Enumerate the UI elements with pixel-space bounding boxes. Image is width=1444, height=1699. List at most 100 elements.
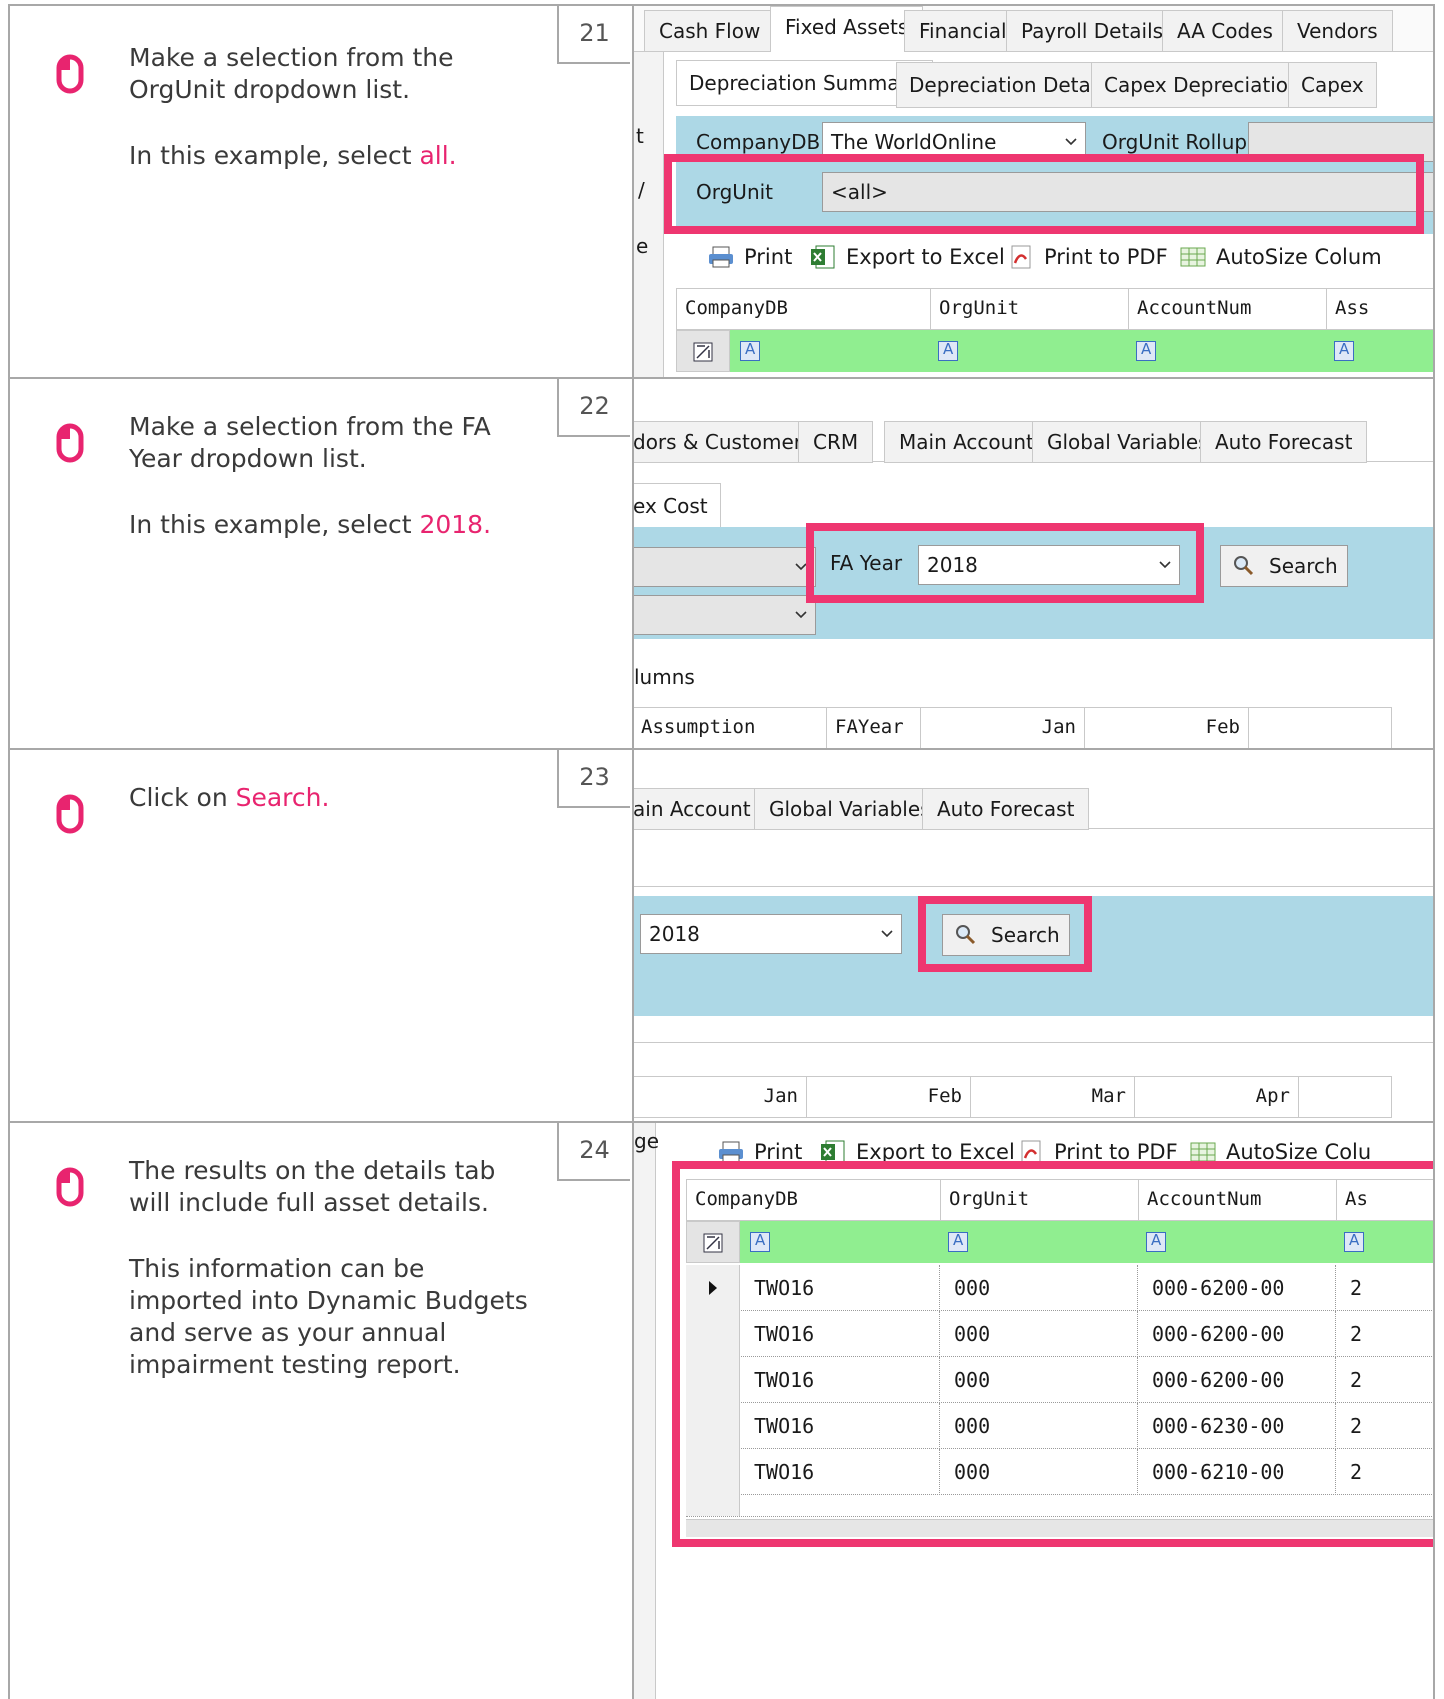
chevron-down-icon bbox=[1065, 138, 1077, 146]
filter-selector[interactable] bbox=[676, 330, 730, 372]
step-number: 21 bbox=[557, 6, 630, 64]
excel-icon bbox=[811, 245, 835, 269]
step-21: 21 Make a selection from the OrgUnit dro… bbox=[8, 4, 1435, 379]
column-header[interactable]: Jan bbox=[634, 1077, 807, 1117]
step-24-instructions: 24 The results on the details tab will i… bbox=[10, 1123, 630, 1699]
step-number: 24 bbox=[557, 1123, 630, 1181]
highlight-box bbox=[664, 154, 1424, 234]
step-21-text: Make a selection from the OrgUnit dropdo… bbox=[129, 42, 529, 172]
highlight-value: Search. bbox=[235, 783, 330, 812]
step-22-screenshot: dors & Customers CRM Main Account Global… bbox=[632, 379, 1433, 748]
instruction-line: The results on the details tab will incl… bbox=[129, 1156, 496, 1217]
instruction-line: In this example, select 2018. bbox=[129, 510, 492, 539]
orgunit-rollup-label: OrgUnit Rollup bbox=[1102, 130, 1248, 154]
autosize-columns-button[interactable]: AutoSize Colum bbox=[1180, 242, 1382, 272]
magnifier-icon bbox=[1234, 556, 1254, 576]
companydb-label: CompanyDB bbox=[696, 130, 821, 154]
tab-aa-codes[interactable]: AA Codes bbox=[1162, 10, 1288, 52]
tab-crm[interactable]: CRM bbox=[798, 421, 874, 463]
tab-capex[interactable]: Capex bbox=[1288, 62, 1377, 108]
instruction-line: This information can be imported into Dy… bbox=[129, 1254, 528, 1379]
grid-header: CompanyDB OrgUnit AccountNum Ass bbox=[676, 288, 1433, 330]
mouse-click-icon bbox=[56, 1167, 84, 1207]
step-21-instructions: 21 Make a selection from the OrgUnit dro… bbox=[10, 6, 630, 377]
column-header[interactable]: Feb bbox=[1085, 708, 1249, 748]
pdf-icon bbox=[1011, 245, 1031, 269]
column-header[interactable]: OrgUnit bbox=[931, 289, 1129, 329]
column-header[interactable]: Jan bbox=[921, 708, 1085, 748]
search-button[interactable]: Search bbox=[1220, 545, 1348, 587]
column-header[interactable]: AccountNum bbox=[1129, 289, 1327, 329]
side-fragment: / bbox=[638, 178, 645, 202]
print-to-pdf-button[interactable]: Print to PDF bbox=[1008, 242, 1168, 272]
column-header[interactable]: Apr bbox=[1135, 1077, 1299, 1117]
step-23-screenshot: ain Account Global Variables Auto Foreca… bbox=[632, 750, 1433, 1121]
tab-auto-forecast[interactable]: Auto Forecast bbox=[922, 788, 1090, 830]
instruction-line: Make a selection from the OrgUnit dropdo… bbox=[129, 43, 454, 104]
column-header[interactable]: Feb bbox=[807, 1077, 971, 1117]
companydb-value: The WorldOnline bbox=[831, 130, 997, 154]
tab-depreciation-summary[interactable]: Depreciation Summary bbox=[676, 60, 933, 106]
export-excel-button[interactable]: Export to Excel bbox=[810, 242, 1005, 272]
tab-vendors[interactable]: Vendors bbox=[1282, 10, 1393, 52]
step-23-instructions: 23 Click on Search. bbox=[10, 750, 630, 1121]
filter-icon[interactable] bbox=[1136, 340, 1156, 361]
tab-auto-forecast[interactable]: Auto Forecast bbox=[1200, 421, 1368, 463]
step-number: 22 bbox=[557, 379, 630, 437]
mouse-click-icon bbox=[56, 423, 84, 463]
step-24: 24 The results on the details tab will i… bbox=[8, 1123, 1435, 1699]
step-number: 23 bbox=[557, 750, 630, 808]
column-header[interactable]: Mar bbox=[971, 1077, 1135, 1117]
side-fragment: e bbox=[636, 234, 649, 258]
highlight-value: 2018. bbox=[419, 510, 492, 539]
side-fragment: ge bbox=[634, 1129, 659, 1153]
highlight-box bbox=[918, 896, 1092, 972]
grid-header: Assumption FAYear Jan Feb bbox=[634, 707, 1392, 748]
step-22: 22 Make a selection from the FA Year dro… bbox=[8, 379, 1435, 750]
step-22-instructions: 22 Make a selection from the FA Year dro… bbox=[10, 379, 630, 748]
step-23-text: Click on Search. bbox=[129, 782, 529, 814]
printer-icon bbox=[709, 246, 733, 268]
tab-financial[interactable]: Financial bbox=[904, 10, 1022, 52]
tab-cash-flow[interactable]: Cash Flow bbox=[644, 10, 776, 52]
print-button[interactable]: Print bbox=[708, 242, 792, 272]
tab-payroll-details[interactable]: Payroll Details bbox=[1006, 10, 1179, 52]
autosize-columns-fragment: lumns bbox=[634, 665, 695, 689]
column-header[interactable]: CompanyDB bbox=[677, 289, 931, 329]
filter-row bbox=[676, 330, 1433, 372]
column-header[interactable]: Assumption bbox=[634, 708, 827, 748]
side-fragment: t bbox=[636, 124, 644, 148]
orgunit-dropdown[interactable] bbox=[634, 595, 816, 635]
filter-editor-icon bbox=[693, 342, 713, 362]
highlight-value: all. bbox=[419, 141, 457, 170]
step-24-screenshot: ge Print Export to Excel Print to PDF Au… bbox=[632, 1123, 1433, 1699]
instruction-line: In this example, select all. bbox=[129, 141, 457, 170]
tab-capex-depreciation[interactable]: Capex Depreciation bbox=[1091, 62, 1314, 108]
step-22-text: Make a selection from the FA Year dropdo… bbox=[129, 411, 529, 541]
filter-icon[interactable] bbox=[1334, 340, 1354, 361]
filter-icon[interactable] bbox=[740, 340, 760, 361]
table-icon bbox=[1180, 247, 1206, 267]
filter-icon[interactable] bbox=[938, 340, 958, 361]
tab-main-account[interactable]: Main Account bbox=[884, 421, 1049, 463]
highlight-box bbox=[806, 523, 1204, 603]
column-header[interactable]: Ass bbox=[1327, 289, 1433, 329]
step-24-text: The results on the details tab will incl… bbox=[129, 1155, 529, 1381]
highlight-box bbox=[672, 1161, 1433, 1547]
tab-global-variables[interactable]: Global Variables bbox=[1032, 421, 1224, 463]
tab-main-account[interactable]: ain Account bbox=[634, 788, 766, 830]
step-23: 23 Click on Search. ain Account Global V… bbox=[8, 750, 1435, 1123]
chevron-down-icon bbox=[881, 930, 893, 938]
column-header[interactable]: FAYear bbox=[827, 708, 921, 748]
tab-fixed-assets[interactable]: Fixed Assets bbox=[770, 6, 924, 52]
chevron-down-icon bbox=[795, 611, 807, 619]
tab-global-variables[interactable]: Global Variables bbox=[754, 788, 946, 830]
mouse-click-icon bbox=[56, 794, 84, 834]
companydb-dropdown[interactable] bbox=[634, 547, 816, 587]
fa-year-dropdown[interactable]: 2018 bbox=[640, 914, 902, 954]
instruction-line: Make a selection from the FA Year dropdo… bbox=[129, 412, 491, 473]
grid-header: Jan Feb Mar Apr bbox=[634, 1076, 1392, 1118]
instruction-line: Click on Search. bbox=[129, 783, 330, 812]
tab-capex-cost[interactable]: ex Cost bbox=[634, 483, 721, 529]
fa-year-value: 2018 bbox=[649, 922, 700, 946]
